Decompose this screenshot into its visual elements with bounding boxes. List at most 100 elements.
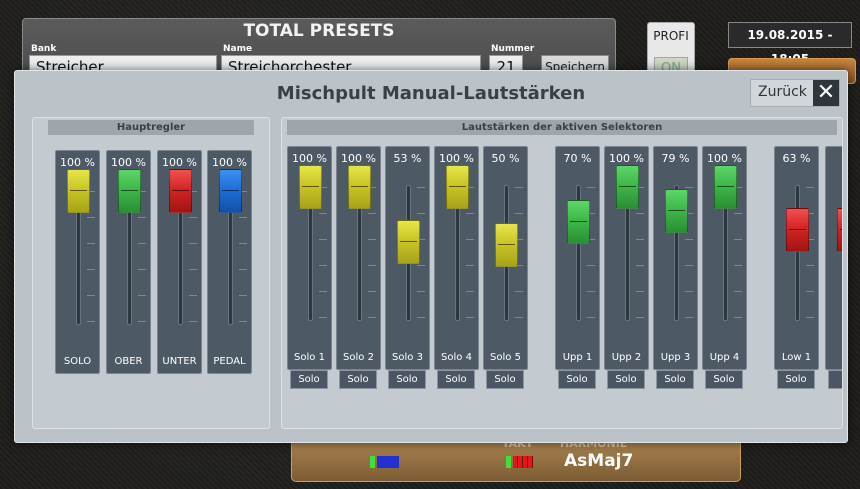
fader-percent: 100 % (162, 156, 197, 169)
fader-tick (685, 317, 693, 318)
fader-tick (734, 239, 742, 240)
solo-button-partial[interactable] (828, 370, 842, 389)
close-icon[interactable]: ✕ (813, 80, 839, 106)
fader-strip: 100 % SOLO (55, 150, 100, 374)
fader-tick (368, 265, 376, 266)
fader-knob[interactable] (397, 219, 420, 264)
fader-knob[interactable] (616, 165, 639, 209)
fader-tick (368, 291, 376, 292)
fader-knob[interactable] (299, 165, 322, 209)
chord-display: AsMaj7 (564, 451, 634, 471)
fader-knob[interactable] (219, 169, 242, 213)
fader-strip: 100 % Solo 2 (336, 146, 381, 370)
fader-knob[interactable] (348, 165, 371, 209)
number-label: Nummer (491, 44, 535, 54)
main-controls-group: Hauptregler 100 % SOLO 100 % OBER 100 % UNTER… (32, 117, 270, 429)
fader-strip: 53 % Solo 3 (385, 146, 430, 370)
fader-tick (189, 243, 197, 244)
fader-tick (587, 317, 595, 318)
solo-button[interactable]: Solo (607, 370, 645, 389)
fader-tick (87, 269, 95, 270)
fader-strip: 100 % Upp 4 (702, 146, 747, 370)
fader-knob[interactable] (169, 169, 192, 213)
fader-name: Solo 1 (294, 352, 325, 363)
indicator-blue (377, 456, 399, 468)
fader-tick (368, 239, 376, 240)
fader-knob[interactable] (567, 199, 590, 244)
solo-button[interactable]: Solo (777, 370, 815, 389)
fader-tick (636, 317, 644, 318)
fader-tick (319, 213, 327, 214)
fader-tick (417, 265, 425, 266)
back-button[interactable]: Zurück ✕ (750, 79, 840, 107)
fader-tick (87, 295, 95, 296)
fader-percent: 63 % (782, 152, 811, 165)
fader-strip: 100 % Solo 1 (287, 146, 332, 370)
fader-tick (515, 213, 523, 214)
indicator-green-2 (506, 456, 511, 468)
dialog-title: Mischpult Manual-Lautstärken (276, 83, 586, 104)
fader-knob[interactable] (665, 189, 688, 234)
fader-name: Low 1 (781, 352, 812, 363)
fader-tick (685, 187, 693, 188)
fader-tick (806, 317, 814, 318)
bank-label: Bank (31, 44, 57, 54)
main-group-title: Hauptregler (48, 120, 254, 135)
indicator-red (513, 456, 533, 468)
fader-tick (685, 239, 693, 240)
fader-tick (636, 291, 644, 292)
fader-knob[interactable] (495, 223, 518, 267)
fader-strip: 100 % Upp 2 (604, 146, 649, 370)
fader-tick (587, 291, 595, 292)
fader-tick (138, 243, 146, 244)
fader-name: SOLO (63, 356, 92, 367)
fader-name: Solo 2 (343, 352, 374, 363)
fader-name: Upp 2 (611, 352, 642, 363)
solo-button[interactable]: Solo (388, 370, 426, 389)
fader-percent: 100 % (212, 156, 247, 169)
solo-button[interactable]: Solo (656, 370, 694, 389)
solo-button[interactable]: Solo (486, 370, 524, 389)
solo-button[interactable]: Solo (705, 370, 743, 389)
fader-percent: 100 % (609, 152, 644, 165)
fader-percent: 100 % (707, 152, 742, 165)
fader-percent: 53 % (393, 152, 422, 165)
fader-track[interactable] (795, 185, 800, 321)
fader-tick (806, 291, 814, 292)
fader-knob[interactable] (446, 165, 469, 209)
fader-strip: 70 % Upp 1 (555, 146, 600, 370)
fader-knob[interactable] (67, 169, 90, 213)
fader-tick (138, 321, 146, 322)
mixer-dialog: Mischpult Manual-Lautstärken Zurück ✕ Ha… (14, 70, 848, 443)
solo-button[interactable]: Solo (437, 370, 475, 389)
fader-tick (734, 265, 742, 266)
fader-tick (587, 265, 595, 266)
fader-tick (685, 265, 693, 266)
fader-name: Solo 4 (441, 352, 472, 363)
solo-button[interactable]: Solo (290, 370, 328, 389)
datetime-display: 19.08.2015 - 18:05 (728, 22, 852, 66)
fader-tick (466, 213, 474, 214)
fader-tick (466, 317, 474, 318)
fader-knob[interactable] (714, 165, 737, 209)
fader-strip: 100 % OBER (106, 150, 151, 374)
fader-tick (515, 187, 523, 188)
indicator-green (370, 456, 375, 468)
fader-knob[interactable] (837, 207, 842, 252)
solo-button[interactable]: Solo (558, 370, 596, 389)
fader-tick (515, 317, 523, 318)
fader-tick (734, 213, 742, 214)
fader-name: UNTER (162, 356, 197, 367)
fader-tick (189, 295, 197, 296)
fader-name: OBER (114, 356, 143, 367)
fader-knob[interactable] (786, 207, 809, 252)
fader-name: Solo 3 (392, 352, 423, 363)
back-label: Zurück (758, 84, 807, 100)
solo-button[interactable]: Solo (339, 370, 377, 389)
selector-group-title: Lautstärken der aktiven Selektoren (287, 120, 837, 135)
fader-tick (417, 317, 425, 318)
fader-name: Solo 5 (490, 352, 521, 363)
fader-knob[interactable] (118, 169, 141, 213)
fader-tick (319, 265, 327, 266)
fader-tick (515, 291, 523, 292)
